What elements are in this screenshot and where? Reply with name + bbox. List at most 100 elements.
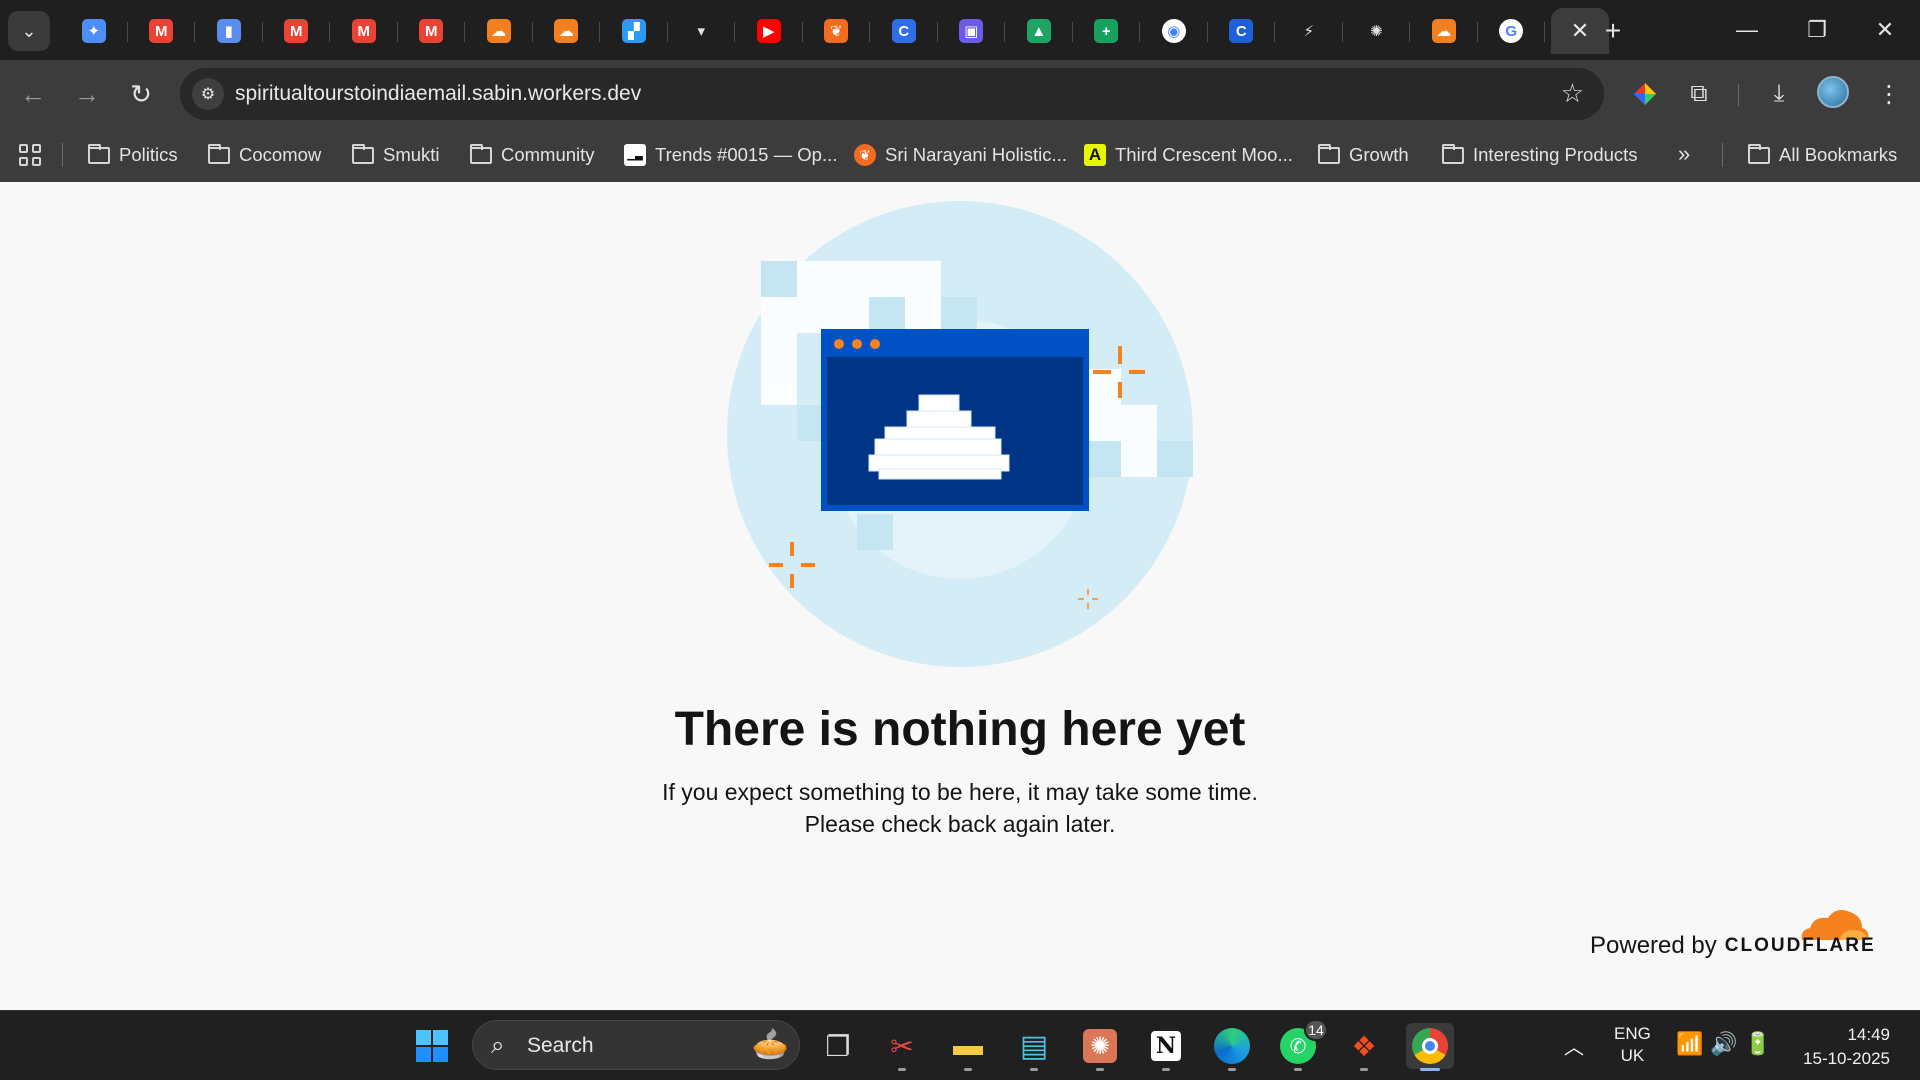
windows-logo-icon	[416, 1030, 448, 1062]
browser-tab[interactable]: ☁	[1410, 8, 1478, 54]
browser-tab[interactable]: ⚡	[1275, 8, 1343, 54]
bookmark-label: Community	[501, 144, 595, 165]
cloudflare-icon: ☁	[1431, 19, 1456, 43]
powered-by-cloudflare[interactable]: Powered by CLOUDFLARE	[1590, 932, 1876, 960]
taskbar-claude[interactable]: ✺	[1076, 1023, 1124, 1071]
gmail-icon: M	[149, 19, 174, 43]
cloudflare-wordmark: CLOUDFLARE	[1724, 935, 1876, 956]
keyboard-layout-label: UK	[1620, 1046, 1645, 1065]
taskbar-notepad[interactable]: ▤	[1010, 1023, 1058, 1071]
browser-tab[interactable]: ☁	[465, 8, 533, 54]
tab-search-button[interactable]: ⌄	[8, 11, 50, 51]
plus-sheet-icon: +	[1094, 19, 1119, 43]
new-tab-button[interactable]: +	[1596, 14, 1630, 48]
browser-tab[interactable]: ☁	[533, 8, 601, 54]
browser-toolbar: ← → ↻ ⚙ spiritualtourstoindiaemail.sabin…	[0, 60, 1920, 128]
browser-tab[interactable]: ▲	[1005, 8, 1073, 54]
taskbar-chrome[interactable]	[1406, 1023, 1454, 1071]
back-button[interactable]: ←	[14, 75, 52, 113]
address-bar[interactable]: ⚙ spiritualtourstoindiaemail.sabin.worke…	[180, 68, 1604, 120]
taskbar-whatsapp[interactable]: ✆ 14	[1274, 1019, 1328, 1071]
browser-tab[interactable]: C	[1208, 8, 1276, 54]
page-title: There is nothing here yet	[674, 703, 1246, 756]
more-bookmarks-chevron-icon[interactable]: »	[1678, 141, 1690, 167]
youtube-icon: ▶	[756, 19, 781, 43]
bookmark-item[interactable]: A Third Crescent Moo...	[1084, 128, 1293, 182]
bookmark-item[interactable]: Interesting Products	[1442, 128, 1638, 182]
browser-tab[interactable]: ▾	[668, 8, 736, 54]
show-hidden-icons-chevron-icon[interactable]: ︿	[1564, 1031, 1584, 1060]
claude-icon: ✺	[1083, 1029, 1117, 1063]
menu-kebab-icon[interactable]: ⋮	[1870, 75, 1908, 113]
subtitle-line-2: Please check back again later.	[804, 811, 1116, 837]
task-view-button[interactable]: ❐	[814, 1023, 862, 1069]
extensions-puzzle-icon[interactable]: ⧉	[1680, 75, 1718, 113]
wifi-icon[interactable]: 📶	[1676, 1031, 1703, 1057]
taskbar-notion[interactable]: N	[1142, 1023, 1190, 1071]
browser-tab[interactable]: ▣	[938, 8, 1006, 54]
browser-tab[interactable]: M	[128, 8, 196, 54]
bookmark-star-icon[interactable]: ☆	[1561, 78, 1584, 109]
gemini-icon: ✦	[81, 19, 106, 43]
close-tab-icon[interactable]: ✕	[1571, 18, 1589, 44]
clock-time: 14:49	[1847, 1025, 1890, 1044]
pie-widget-icon: 🥧	[751, 1028, 789, 1061]
download-icon[interactable]: ⤓	[1760, 75, 1798, 113]
close-window-button[interactable]: ✕	[1858, 10, 1912, 50]
arrow-right-icon: →	[74, 78, 100, 109]
browser-tab[interactable]: M	[263, 8, 331, 54]
page-subtitle: If you expect something to be here, it m…	[0, 776, 1920, 840]
bookmark-label: Sri Narayani Holistic...	[885, 144, 1067, 165]
bookmarks-bar: Politics Cocomow Smukti Community ▁▃ Trends #…	[0, 128, 1920, 182]
bookmark-item[interactable]: Community	[470, 128, 595, 182]
reload-button[interactable]: ↻	[122, 75, 160, 113]
taskbar-search-label: Search	[527, 1034, 594, 1057]
browser-tab[interactable]: ▮	[195, 8, 263, 54]
notepad-icon: ▤	[1019, 1029, 1049, 1063]
browser-tab[interactable]: ▶	[735, 8, 803, 54]
reload-icon: ↻	[130, 78, 152, 109]
taskbar-search-box[interactable]: ⌕ Search 🥧	[472, 1020, 800, 1070]
taskbar-figma[interactable]: ❖	[1340, 1023, 1388, 1071]
browser-tab[interactable]: M	[330, 8, 398, 54]
forward-button[interactable]: →	[68, 75, 106, 113]
browser-tab[interactable]: C	[870, 8, 938, 54]
language-indicator[interactable]: ENG UK	[1614, 1023, 1651, 1067]
bookmark-separator	[1722, 143, 1723, 167]
bookmark-label: Trends #0015 — Op...	[655, 144, 838, 165]
browser-tab[interactable]: G	[1478, 8, 1546, 54]
taskbar-file-explorer[interactable]: ▬	[944, 1023, 992, 1071]
start-button[interactable]	[408, 1023, 456, 1069]
profile-avatar[interactable]	[1817, 76, 1849, 108]
browser-tab[interactable]: ▞	[600, 8, 668, 54]
restore-button[interactable]: ❐	[1790, 10, 1844, 50]
bookmark-item[interactable]: Growth	[1318, 128, 1409, 182]
color-extension-icon[interactable]	[1626, 75, 1664, 113]
taskbar-snipping-tool[interactable]: ✂	[878, 1023, 926, 1071]
battery-icon[interactable]: 🔋	[1744, 1031, 1771, 1057]
browser-tab[interactable]: ✺	[1343, 8, 1411, 54]
bookmark-item[interactable]: Smukti	[352, 128, 440, 182]
browser-tab[interactable]: +	[1073, 8, 1141, 54]
cloudflare-icon: ☁	[554, 19, 579, 43]
browser-tab[interactable]: ✦	[60, 8, 128, 54]
minimize-button[interactable]: —	[1720, 10, 1774, 50]
clock[interactable]: 14:49 15-10-2025	[1790, 1023, 1890, 1071]
volume-icon[interactable]: 🔊	[1710, 1031, 1737, 1057]
bookmark-item[interactable]: Cocomow	[208, 128, 321, 182]
all-bookmarks-button[interactable]: All Bookmarks	[1748, 128, 1897, 182]
bookmark-item[interactable]: ▁▃ Trends #0015 — Op...	[624, 128, 837, 182]
bookmark-label: Third Crescent Moo...	[1115, 144, 1293, 165]
folder-icon	[470, 143, 492, 164]
bookmark-item[interactable]: Politics	[88, 128, 178, 182]
bookmark-label: Growth	[1349, 144, 1409, 165]
browser-tab[interactable]: M	[398, 8, 466, 54]
bookmark-item[interactable]: ❦ Sri Narayani Holistic...	[854, 128, 1067, 182]
site-info-icon[interactable]: ⚙	[192, 78, 224, 110]
browser-tab[interactable]: ❦	[803, 8, 871, 54]
browser-tab[interactable]: ◉	[1140, 8, 1208, 54]
folder-icon	[1442, 143, 1464, 164]
taskbar-edge[interactable]	[1208, 1023, 1256, 1071]
apps-grid-icon[interactable]	[16, 141, 44, 169]
url-text[interactable]: spiritualtourstoindiaemail.sabin.workers…	[235, 82, 641, 106]
